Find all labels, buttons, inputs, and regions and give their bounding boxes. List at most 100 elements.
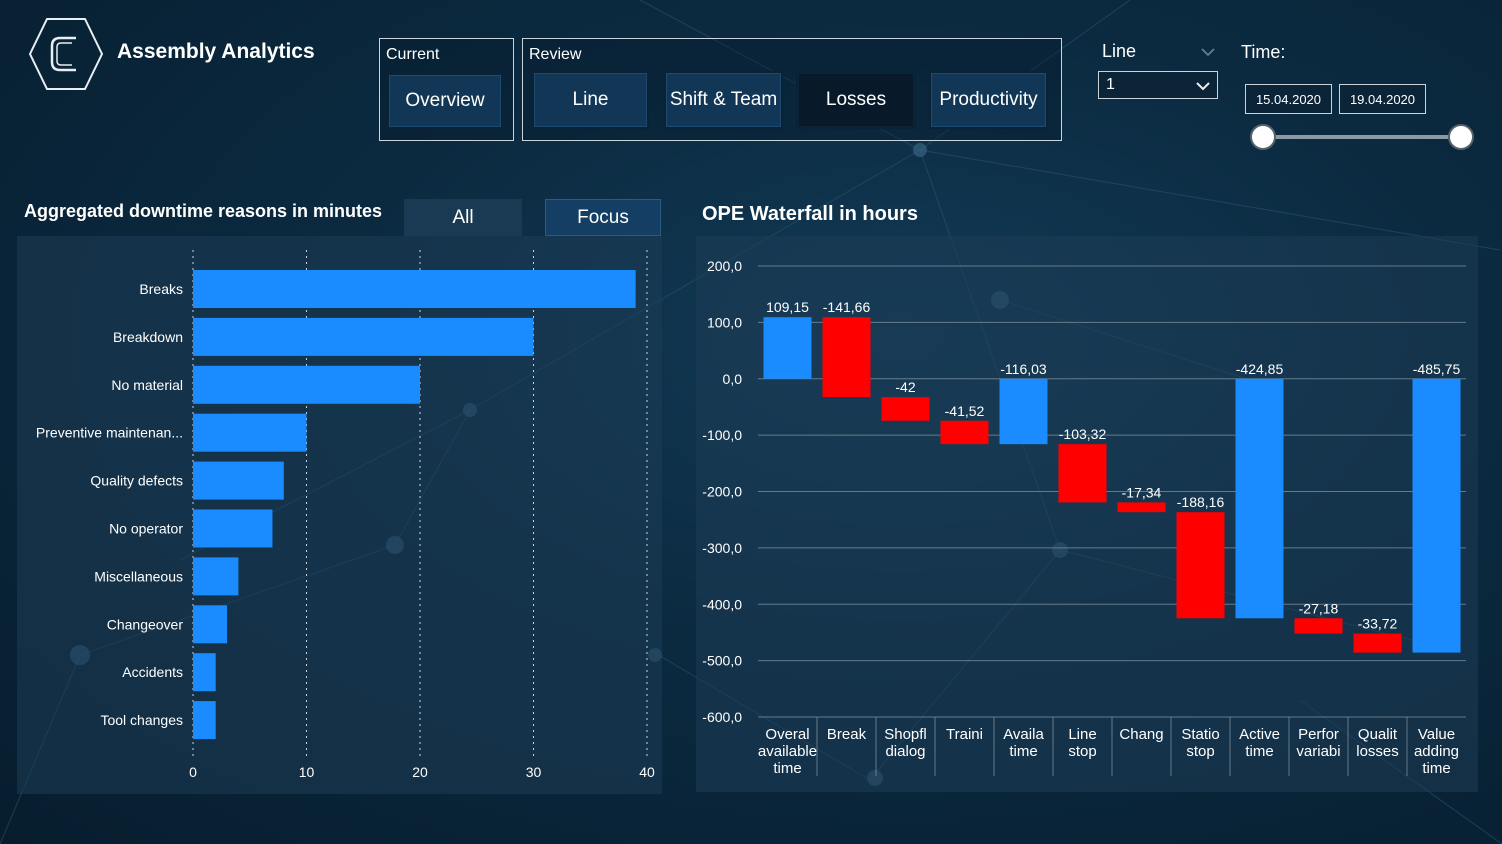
- waterfall-bar[interactable]: [999, 378, 1048, 445]
- downtime-bar[interactable]: [193, 701, 216, 740]
- x-tick-label: 40: [639, 764, 655, 780]
- category-label: Perfor: [1298, 726, 1339, 743]
- category-label: time: [773, 760, 801, 777]
- waterfall-bar[interactable]: [763, 317, 812, 379]
- waterfall-bar[interactable]: [1176, 512, 1225, 619]
- y-tick-label: 200,0: [707, 258, 742, 274]
- x-tick-label: 0: [189, 764, 197, 780]
- overview-button[interactable]: Overview: [387, 73, 503, 129]
- waterfall-bar[interactable]: [1294, 618, 1343, 634]
- category-label: No operator: [109, 521, 183, 537]
- data-label: -116,03: [1000, 361, 1047, 377]
- category-label: Qualit: [1358, 726, 1398, 743]
- x-tick-label: 20: [412, 764, 428, 780]
- category-label: Break: [827, 726, 867, 743]
- category-label: dialog: [885, 743, 925, 760]
- date-from-input[interactable]: 15.04.2020: [1245, 84, 1332, 114]
- x-tick-label: 10: [299, 764, 315, 780]
- category-label: Line: [1068, 726, 1096, 743]
- waterfall-bar[interactable]: [881, 397, 930, 421]
- time-slider-track[interactable]: [1262, 135, 1462, 139]
- waterfall-bar[interactable]: [1353, 633, 1402, 653]
- y-tick-label: -500,0: [702, 653, 742, 669]
- data-label: -141,66: [823, 299, 871, 315]
- chevron-down-icon: [1196, 82, 1210, 91]
- y-tick-label: 100,0: [707, 314, 742, 330]
- line-dropdown-value: 1: [1106, 76, 1115, 93]
- line-button[interactable]: Line: [532, 71, 649, 129]
- category-label: Changeover: [107, 616, 184, 632]
- downtime-bar[interactable]: [193, 509, 273, 548]
- category-label: Accidents: [122, 664, 183, 680]
- category-label: variabi: [1296, 743, 1340, 760]
- downtime-bar[interactable]: [193, 605, 228, 644]
- focus-toggle-button[interactable]: Focus: [545, 199, 661, 236]
- waterfall-bar[interactable]: [1117, 502, 1166, 513]
- current-group-label: Current: [386, 46, 440, 63]
- data-label: 109,15: [766, 299, 809, 315]
- waterfall-bar[interactable]: [822, 317, 871, 398]
- category-label: Preventive maintenan...: [36, 425, 183, 441]
- downtime-bar[interactable]: [193, 413, 307, 452]
- data-label: -188,16: [1177, 494, 1225, 510]
- y-tick-label: -400,0: [702, 596, 742, 612]
- category-label: Quality defects: [90, 473, 183, 489]
- category-label: time: [1009, 743, 1037, 760]
- waterfall-chart: 200,0 100,0 0,0 -100,0 -200,0 -300,0 -400,0 -50…: [702, 258, 1466, 777]
- category-label: Breakdown: [113, 329, 183, 345]
- category-label: Traini: [946, 726, 983, 743]
- data-label: -424,85: [1236, 361, 1284, 377]
- chevron-down-icon[interactable]: [1200, 46, 1216, 58]
- category-label: Tool changes: [100, 712, 183, 728]
- downtime-bar[interactable]: [193, 365, 420, 404]
- y-tick-label: -200,0: [702, 484, 742, 500]
- time-slider-start-handle[interactable]: [1250, 124, 1276, 150]
- logo-icon: [28, 18, 104, 90]
- category-label: Active: [1239, 726, 1280, 743]
- downtime-bar-chart: 0 10 20 30 40 Breaks Breakdown No material Preve…: [36, 250, 655, 780]
- time-filter-label: Time:: [1241, 42, 1286, 62]
- category-label: stop: [1186, 743, 1214, 760]
- downtime-bar[interactable]: [193, 557, 239, 596]
- downtime-bar[interactable]: [193, 270, 636, 308]
- data-label: -103,32: [1059, 426, 1107, 442]
- shift-team-button[interactable]: Shift & Team: [664, 71, 783, 129]
- waterfall-bar[interactable]: [1058, 444, 1107, 503]
- waterfall-chart-panel: 200,0 100,0 0,0 -100,0 -200,0 -300,0 -400,0 -50…: [696, 236, 1478, 792]
- category-label: Overal: [765, 726, 809, 743]
- category-label: losses: [1356, 743, 1399, 760]
- category-label: Shopfl: [884, 726, 927, 743]
- time-slider-end-handle[interactable]: [1448, 124, 1474, 150]
- waterfall-bar[interactable]: [1235, 378, 1284, 619]
- waterfall-bar[interactable]: [1412, 378, 1461, 653]
- category-label: Miscellaneous: [94, 568, 183, 584]
- productivity-button[interactable]: Productivity: [929, 71, 1048, 129]
- y-tick-label: -300,0: [702, 540, 742, 556]
- data-label: -27,18: [1299, 600, 1339, 616]
- line-dropdown[interactable]: 1: [1098, 71, 1218, 99]
- line-filter-label: Line: [1102, 41, 1137, 61]
- category-label: Value: [1418, 726, 1455, 743]
- downtime-bar[interactable]: [193, 653, 216, 692]
- data-label: -485,75: [1413, 361, 1461, 377]
- category-label: Statio: [1181, 726, 1219, 743]
- losses-button[interactable]: Losses: [796, 71, 916, 129]
- app-title: Assembly Analytics: [117, 40, 315, 63]
- category-label: available: [758, 743, 817, 760]
- waterfall-bar[interactable]: [940, 420, 989, 445]
- waterfall-chart-title: OPE Waterfall in hours: [702, 203, 918, 225]
- category-label: Availa: [1003, 726, 1044, 743]
- category-label: time: [1422, 760, 1450, 777]
- category-label: time: [1245, 743, 1273, 760]
- date-to-input[interactable]: 19.04.2020: [1339, 84, 1426, 114]
- downtime-bar[interactable]: [193, 317, 534, 356]
- category-label: adding: [1414, 743, 1459, 760]
- downtime-chart-title: Aggregated downtime reasons in minutes: [24, 201, 383, 221]
- all-toggle-button[interactable]: All: [404, 199, 522, 236]
- category-label: Breaks: [139, 281, 183, 297]
- downtime-bar[interactable]: [193, 461, 284, 500]
- y-tick-label: -600,0: [702, 709, 742, 725]
- data-label: -41,52: [945, 403, 985, 419]
- data-label: -17,34: [1122, 484, 1162, 500]
- category-label: No material: [111, 377, 183, 393]
